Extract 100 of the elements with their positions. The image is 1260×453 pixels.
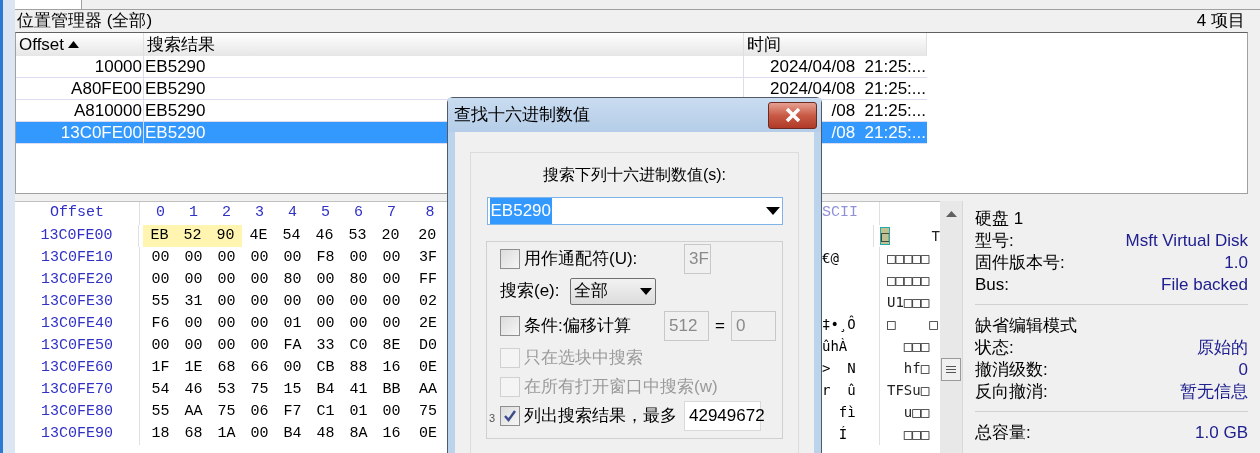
hex-byte: 00 [183,335,204,356]
hex-byte: D0 [419,335,438,356]
offset-cell: 13C0FE00 [15,224,140,248]
hex-byte: 8E [381,335,402,356]
hex-byte: C1 [315,401,336,422]
panel-title: 位置管理器 (全部) [17,10,153,33]
column-number: 1 [188,203,199,224]
table-cell: /08 21:25:... [831,122,926,143]
option-label: 条件:偏移计算 [524,315,632,338]
column-number: 4 [287,203,298,224]
offset-cell: 13C0FE50 [15,334,140,358]
option-label: 用作通配符(U): [524,247,639,270]
hex-byte: 31 [183,291,204,312]
hex-byte: 00 [150,335,171,356]
caret-icon [639,287,652,295]
hex-byte: 88 [348,357,369,378]
hex-byte: 00 [348,313,369,334]
hex-byte: 00 [249,291,270,312]
table-cell: 10000 [16,56,144,77]
result-row[interactable]: A80FE00 EB5290 2024/04/08 21:25:... [16,78,927,100]
hex-byte: 00 [216,247,237,268]
checkbox[interactable] [500,248,520,269]
checkbox[interactable] [500,405,520,426]
option-label: 列出搜索结果，最多 [524,404,678,427]
info-value: 暂无信息 [1180,381,1248,403]
hex-byte: 68 [183,423,204,444]
hex-byte: 8A [348,423,369,444]
info-value: Msft Virtual Disk [1125,230,1248,252]
hex-byte: 2E [419,313,438,334]
section-title: 缺省编辑模式 [975,315,1078,337]
hex-byte: 00 [381,269,402,290]
item-count: 4 项目 [1196,10,1245,33]
column-header[interactable]: 时间 [744,33,927,56]
close-icon [784,108,801,122]
hex-byte: 00 [249,247,270,268]
hex-byte: 06 [249,401,270,422]
checkbox[interactable] [500,316,520,336]
hex-byte: 00 [216,291,237,312]
hex-byte: 75 [216,401,237,422]
option-hint: 3 [489,411,496,426]
hex-byte: 00 [381,313,402,334]
hex-byte: 00 [315,291,336,312]
hex-byte: 46 [314,225,335,246]
option-label: 搜索(e): [500,280,560,303]
hex-byte: BB [381,379,402,400]
hex-byte: 00 [216,269,237,290]
info-label: 总容量: [975,422,1031,444]
hex-byte: 00 [348,291,369,312]
offset-cell: 13C0FE70 [15,378,140,402]
caret-icon [765,207,780,215]
hex-byte: 20 [380,225,401,246]
hex-byte: 00 [249,269,270,290]
hex-byte: 1A [216,423,237,444]
hex-byte: 00 [282,357,303,378]
column-number: 8 [424,203,436,224]
hex-byte: 53 [216,379,237,400]
column-number: 3 [254,203,265,224]
ascii-text: □□□□□ [887,270,930,290]
column-header[interactable]: 搜索结果 [144,33,744,56]
hex-byte: 0E [419,357,438,378]
hex-byte: 00 [348,247,369,268]
column-header[interactable]: Offset [16,33,144,56]
hex-byte: 53 [347,225,368,246]
hex-byte: 54 [281,225,302,246]
table-cell: 13C0FE00 [16,122,144,143]
offset-cell: 13C0FE10 [15,246,140,270]
search-value: EB5290 [489,198,552,224]
table-cell: EB5290 [144,56,744,77]
hex-byte: 00 [249,423,270,444]
close-button[interactable] [768,101,817,129]
column-number: 6 [353,203,364,224]
info-label: 撤消级数: [975,359,1048,381]
hex-byte: 80 [282,269,303,290]
result-row[interactable]: 10000 EB5290 2024/04/08 21:25:... [16,56,927,78]
ascii-text: □□□□□ [887,248,930,268]
scroll-thumb[interactable] [941,358,961,381]
hex-byte: 1E [183,357,204,378]
scope-select[interactable]: 全部 [569,277,656,305]
scroll-up-icon[interactable] [945,211,957,217]
hex-byte: B4 [282,423,303,444]
ascii-text: TFSu□ [887,380,930,400]
hex-byte: CB [315,357,336,378]
hex-byte: 75 [419,401,438,422]
hex-byte: 3F [419,247,438,268]
info-label: 状态: [975,337,1014,359]
column-number: 2 [221,203,232,224]
offset-cell: 13C0FE20 [15,268,140,292]
info-label: 型号: [975,230,1014,252]
hex-byte: F6 [150,313,171,334]
hex-byte: EB [143,225,177,247]
column-number: 0 [155,203,166,224]
hex-byte: 20 [418,225,438,246]
hex-byte: 18 [150,423,171,444]
scrollbar[interactable] [940,201,962,453]
hex-byte: 00 [282,247,303,268]
offset-cell: 13C0FE90 [15,422,140,446]
hex-byte: 0E [419,423,438,444]
hex-byte: 00 [315,269,336,290]
hex-byte: 46 [183,379,204,400]
table-cell: /08 21:25:... [831,100,926,121]
